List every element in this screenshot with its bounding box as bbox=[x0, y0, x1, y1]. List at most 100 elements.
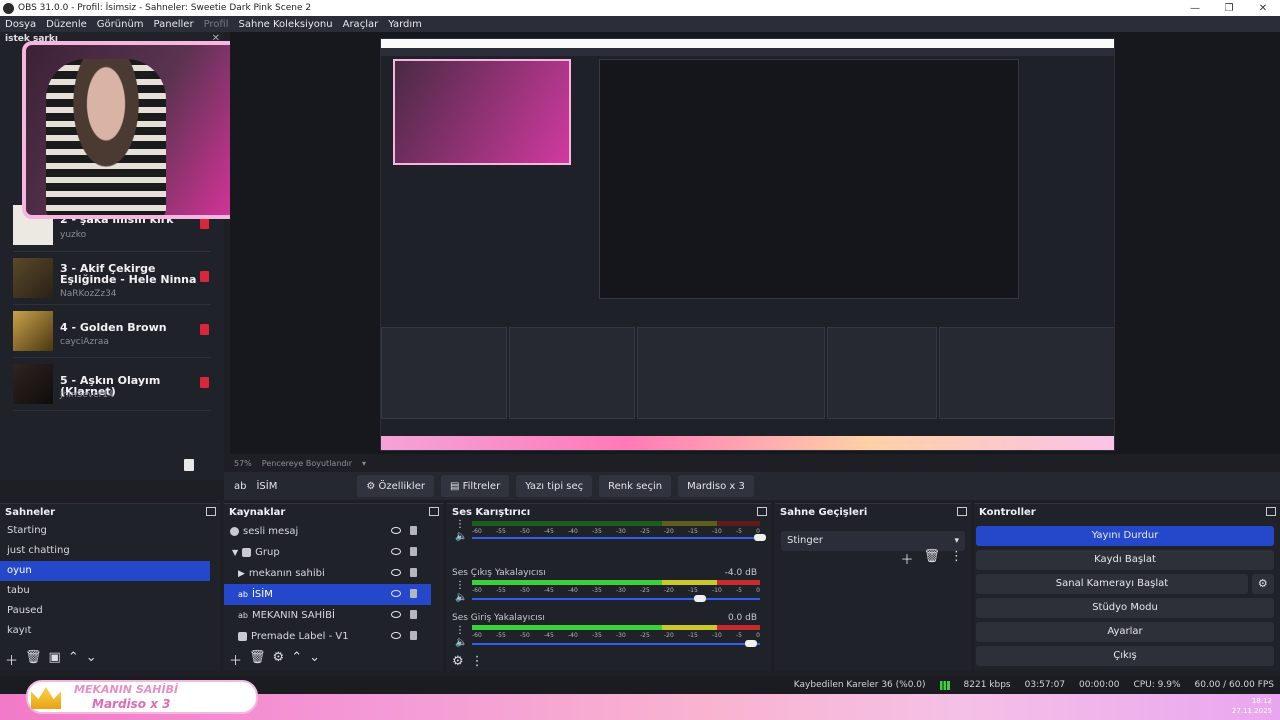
delete-song-icon[interactable] bbox=[200, 218, 209, 229]
menu-dots-icon[interactable]: ⋮ bbox=[455, 519, 465, 530]
move-down-icon[interactable]: ⌄ bbox=[86, 650, 97, 669]
speaker-icon[interactable]: 🔈 bbox=[455, 637, 467, 648]
scene-item[interactable]: just chatting bbox=[0, 541, 210, 561]
source-group[interactable]: ▼ Grup bbox=[224, 542, 431, 563]
scene-item[interactable]: Paused bbox=[0, 601, 210, 621]
menu-docks[interactable]: Paneller bbox=[149, 19, 199, 30]
move-up-icon[interactable]: ⌃ bbox=[68, 650, 79, 669]
menu-file[interactable]: Dosya bbox=[0, 19, 41, 30]
exit-button[interactable]: Çıkış bbox=[976, 646, 1274, 666]
text-value-field[interactable]: Mardiso x 3 bbox=[678, 475, 754, 497]
advanced-audio-icon[interactable]: ⚙ bbox=[452, 654, 464, 669]
maximize-button[interactable]: ❐ bbox=[1212, 3, 1246, 14]
menu-dots-icon[interactable]: ⋮ bbox=[455, 580, 465, 591]
eye-icon[interactable] bbox=[391, 611, 401, 618]
dock-float-icon[interactable] bbox=[757, 507, 767, 516]
scene-item[interactable]: Starting bbox=[0, 521, 210, 541]
color-select-button[interactable]: Renk seçin bbox=[599, 475, 672, 497]
sources-dock: Kaynaklar sesli mesaj ▼ Grup ▶ mekanın s… bbox=[224, 503, 443, 671]
eye-icon[interactable] bbox=[391, 590, 401, 597]
menu-dots-icon[interactable]: ⋮ bbox=[471, 654, 484, 669]
settings-button[interactable]: Ayarlar bbox=[976, 622, 1274, 642]
eye-icon[interactable] bbox=[391, 569, 401, 576]
menu-edit[interactable]: Düzenle bbox=[41, 19, 92, 30]
menu-profile[interactable]: Profil bbox=[199, 19, 234, 30]
lock-icon[interactable] bbox=[410, 631, 417, 640]
stop-streaming-button[interactable]: Yayını Durdur bbox=[976, 526, 1274, 546]
lock-icon[interactable] bbox=[410, 526, 417, 535]
delete-song-icon[interactable] bbox=[200, 271, 209, 282]
filters-button[interactable]: ▤ Filtreler bbox=[440, 475, 510, 497]
chevron-down-icon[interactable]: ▼ bbox=[232, 548, 238, 557]
song-item[interactable]: 5 - Aşkın Olayım (Klarnet) JhinSever14 bbox=[13, 359, 211, 411]
start-recording-button[interactable]: Kaydı Başlat bbox=[976, 550, 1274, 570]
speaker-icon[interactable]: 🔈 bbox=[455, 531, 467, 542]
lock-icon[interactable] bbox=[410, 589, 417, 598]
dock-float-icon[interactable] bbox=[429, 507, 439, 516]
volume-slider[interactable] bbox=[472, 534, 766, 541]
volume-slider[interactable] bbox=[472, 595, 760, 602]
eye-icon[interactable] bbox=[391, 527, 401, 534]
add-icon[interactable]: ＋ bbox=[900, 549, 913, 568]
song-item[interactable]: 3 - Akif Çekirge Eşliğinde - Hele Ninna … bbox=[13, 253, 211, 305]
lock-icon[interactable] bbox=[410, 547, 417, 556]
filter-icon[interactable]: ▣ bbox=[49, 650, 61, 669]
clock-time: 18:12 bbox=[1251, 697, 1272, 705]
menu-tools[interactable]: Araçlar bbox=[338, 19, 384, 30]
scene-item[interactable]: tabu bbox=[0, 581, 210, 601]
minimize-button[interactable]: — bbox=[1178, 3, 1212, 14]
start-virtual-camera-button[interactable]: Sanal Kamerayı Başlat bbox=[976, 574, 1248, 594]
menu-dots-icon[interactable]: ⋮ bbox=[950, 549, 963, 568]
volume-knob[interactable] bbox=[693, 595, 706, 602]
mixer-toolbar: ⚙ ⋮ bbox=[452, 654, 484, 669]
menu-view[interactable]: Görünüm bbox=[92, 19, 149, 30]
dock-float-icon[interactable] bbox=[1266, 507, 1276, 516]
eye-icon[interactable] bbox=[391, 548, 401, 555]
source-label: Grup bbox=[255, 547, 280, 558]
source-item[interactable]: ▶ mekanın sahibi bbox=[224, 563, 431, 584]
delete-song-icon[interactable] bbox=[200, 324, 209, 335]
scene-item[interactable]: kayıt bbox=[0, 621, 210, 641]
gear-icon[interactable]: ⚙ bbox=[273, 650, 285, 669]
add-icon[interactable]: ＋ bbox=[5, 650, 18, 669]
add-icon[interactable]: ＋ bbox=[229, 650, 242, 669]
transition-select[interactable]: Stinger bbox=[781, 531, 965, 551]
properties-button[interactable]: ⚙ Özellikler bbox=[357, 475, 434, 497]
trash-icon[interactable]: 🗑 bbox=[25, 650, 42, 669]
trash-icon[interactable]: 🗑 bbox=[249, 650, 266, 669]
lock-icon[interactable] bbox=[410, 568, 417, 577]
close-button[interactable]: ✕ bbox=[1246, 3, 1280, 14]
system-tray-clock[interactable]: 18:12 27.11.2025 bbox=[1232, 696, 1272, 716]
song-item[interactable]: 4 - Golden Brown cayciAzraa bbox=[13, 306, 211, 358]
volume-slider[interactable] bbox=[472, 640, 760, 647]
speaker-icon[interactable]: 🔈 bbox=[455, 592, 467, 603]
trash-icon[interactable] bbox=[184, 459, 194, 471]
move-down-icon[interactable]: ⌄ bbox=[309, 650, 320, 669]
volume-knob[interactable] bbox=[745, 640, 758, 647]
gear-icon[interactable]: ⚙ bbox=[1251, 574, 1274, 594]
dock-float-icon[interactable] bbox=[957, 507, 967, 516]
preview-canvas[interactable] bbox=[230, 32, 1280, 454]
trash-icon[interactable]: 🗑 bbox=[923, 549, 940, 568]
source-item-active[interactable]: ab İSİM bbox=[224, 584, 431, 605]
volume-knob[interactable] bbox=[754, 534, 766, 541]
delete-song-icon[interactable] bbox=[200, 377, 209, 388]
source-item[interactable]: Premade Label - V1 bbox=[224, 626, 431, 647]
menu-help[interactable]: Yardım bbox=[383, 19, 427, 30]
source-item[interactable]: ab MEKANIN SAHİBİ bbox=[224, 605, 431, 626]
lock-icon[interactable] bbox=[410, 610, 417, 619]
dock-float-icon[interactable] bbox=[206, 507, 216, 516]
zoom-mode-select[interactable]: Pencereye Boyutlandır bbox=[262, 459, 352, 468]
chevron-down-icon[interactable]: ▾ bbox=[362, 459, 366, 468]
scene-item-active[interactable]: oyun bbox=[0, 561, 210, 581]
menu-dots-icon[interactable]: ⋮ bbox=[455, 625, 465, 636]
eye-icon[interactable] bbox=[391, 632, 401, 639]
menu-scene-collection[interactable]: Sahne Koleksiyonu bbox=[234, 19, 338, 30]
source-item[interactable]: sesli mesaj bbox=[224, 521, 431, 542]
clock-date: 27.11.2025 bbox=[1231, 707, 1272, 715]
move-up-icon[interactable]: ⌃ bbox=[291, 650, 302, 669]
scale-tick: -30 bbox=[616, 528, 626, 535]
text-source-icon: ab bbox=[238, 611, 248, 620]
studio-mode-button[interactable]: Stüdyo Modu bbox=[976, 598, 1274, 618]
font-select-button[interactable]: Yazı tipi seç bbox=[516, 475, 593, 497]
